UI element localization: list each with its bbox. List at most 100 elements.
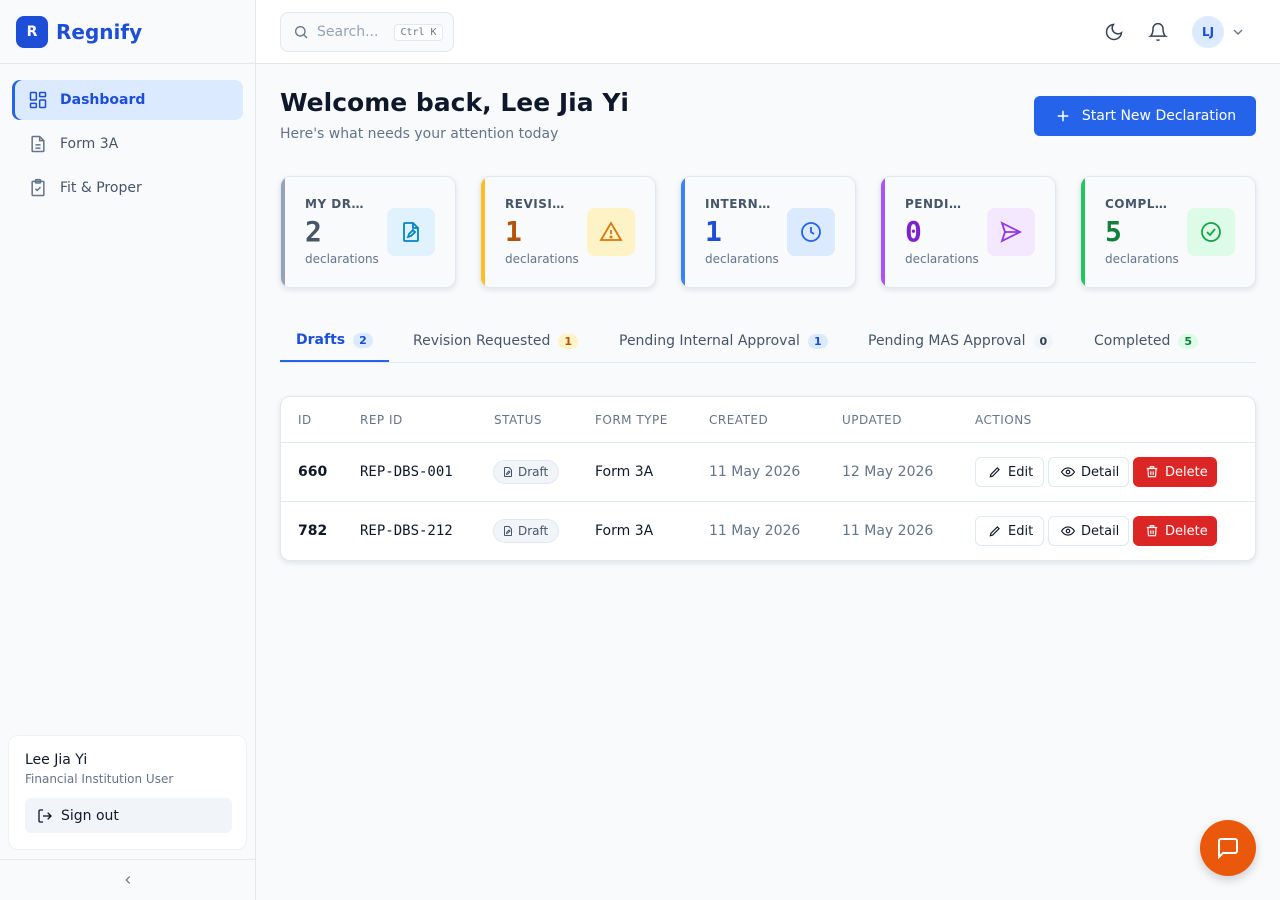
sidebar-nav: Dashboard Form 3A Fit & Proper [0, 64, 255, 228]
tab-label: Pending MAS Approval [868, 333, 1026, 349]
check-circle-icon [1201, 222, 1221, 242]
theme-toggle-button[interactable] [1098, 16, 1130, 48]
notifications-button[interactable] [1142, 16, 1174, 48]
stat-card-revision[interactable]: REVISION REQUESTED 1 declarations [480, 176, 656, 288]
chat-button[interactable] [1200, 820, 1256, 876]
status-badge: Draft [493, 519, 560, 543]
stat-label: REVISION REQUESTED [505, 197, 571, 211]
sidebar-item-form-3a[interactable]: Form 3A [12, 124, 243, 164]
tab-count-badge: 0 [1033, 333, 1054, 349]
tab-label: Drafts [296, 332, 346, 348]
sidebar-item-fit-proper[interactable]: Fit & Proper [12, 168, 243, 208]
stat-unit: declarations [505, 252, 579, 266]
status-tabs: Drafts 2 Revision Requested 1 Pending In… [280, 320, 1256, 363]
column-header: REP ID [360, 413, 403, 427]
stat-unit: declarations [905, 252, 979, 266]
stat-card-completed[interactable]: COMPLETED 5 declarations [1080, 176, 1256, 288]
stat-count: 5 [1105, 215, 1122, 248]
delete-label: Delete [1165, 464, 1208, 480]
search-placeholder: Search... [317, 24, 379, 40]
edit-button[interactable]: Edit [975, 457, 1044, 487]
chevron-down-icon[interactable] [1230, 24, 1246, 40]
edit-button[interactable]: Edit [975, 516, 1044, 546]
tab-count-badge: 1 [807, 333, 828, 349]
column-header: ACTIONS [975, 413, 1032, 427]
stat-count: 2 [305, 215, 322, 248]
stat-accent-bar [281, 177, 285, 287]
tab-completed[interactable]: Completed 5 [1094, 320, 1199, 362]
brand[interactable]: R Regnify [0, 0, 255, 64]
tab-pending-mas-approval[interactable]: Pending MAS Approval 0 [868, 320, 1054, 362]
stat-accent-bar [881, 177, 885, 287]
cell-updated: 12 May 2026 [842, 464, 934, 480]
status-label: Draft [518, 524, 549, 538]
stat-accent-bar [681, 177, 685, 287]
clipboard-check-icon [31, 178, 45, 197]
sidebar-item-dashboard[interactable]: Dashboard [12, 80, 243, 120]
search-icon [295, 26, 308, 39]
document-icon [31, 135, 45, 153]
cell-rep-id: REP-DBS-212 [360, 523, 453, 539]
column-header: UPDATED [842, 413, 902, 427]
stat-icon-box [787, 208, 835, 256]
chevron-left-icon [124, 876, 130, 884]
stat-card-drafts[interactable]: MY DRAFTS 2 declarations [280, 176, 456, 288]
plus-icon [1057, 110, 1069, 122]
stat-count: 0 [905, 215, 922, 248]
file-edit-icon [504, 526, 512, 536]
topbar: Search... Ctrl K LJ [256, 0, 1280, 64]
delete-label: Delete [1165, 523, 1208, 539]
cell-id: 782 [298, 523, 328, 539]
user-name: Lee Jia Yi [25, 752, 88, 768]
sign-out-button[interactable]: Sign out [25, 798, 232, 833]
avatar[interactable]: LJ [1192, 16, 1224, 48]
start-new-declaration-button[interactable]: Start New Declaration [1034, 96, 1256, 136]
sidebar-item-label: Dashboard [60, 92, 146, 108]
tab-revision-requested[interactable]: Revision Requested 1 [413, 320, 578, 362]
detail-button[interactable]: Detail [1048, 457, 1129, 487]
tab-label: Completed [1094, 333, 1171, 349]
delete-button[interactable]: Delete [1133, 516, 1217, 546]
table-row[interactable]: 782 REP-DBS-212 Draft Form 3A 11 May 202… [281, 502, 1255, 560]
delete-button[interactable]: Delete [1133, 457, 1217, 487]
tab-label: Pending Internal Approval [619, 333, 800, 349]
tab-drafts[interactable]: Drafts 2 [280, 320, 389, 362]
stat-count: 1 [705, 215, 722, 248]
trash-icon [1146, 466, 1158, 478]
search-input[interactable]: Search... Ctrl K [280, 12, 454, 52]
cell-form-type: Form 3A [595, 523, 654, 539]
stat-label: PENDING MAS [905, 197, 971, 211]
trash-icon [1146, 525, 1158, 537]
page-subtitle: Here's what needs your attention today [280, 126, 559, 142]
detail-button[interactable]: Detail [1048, 516, 1129, 546]
tab-pending-internal-approval[interactable]: Pending Internal Approval 1 [619, 320, 828, 362]
tab-label: Revision Requested [413, 333, 551, 349]
dashboard-icon [29, 91, 47, 109]
cell-rep-id: REP-DBS-001 [360, 464, 453, 480]
stat-card-internal[interactable]: INTERNAL APPROVAL 1 declarations [680, 176, 856, 288]
declarations-table: ID REP ID STATUS FORM TYPE CREATED UPDAT… [280, 396, 1256, 561]
table-row[interactable]: 660 REP-DBS-001 Draft Form 3A 11 May 202… [281, 443, 1255, 502]
stat-accent-bar [1081, 177, 1085, 287]
edit-label: Edit [1008, 464, 1034, 480]
stat-icon-box [387, 208, 435, 256]
stat-label: MY DRAFTS [305, 197, 371, 211]
edit-label: Edit [1008, 523, 1034, 539]
tab-count-badge: 1 [558, 333, 578, 349]
cell-created: 11 May 2026 [709, 464, 801, 480]
column-header: ID [298, 413, 312, 427]
chat-icon [1218, 838, 1238, 860]
tab-count-badge: 5 [1178, 333, 1199, 349]
file-edit-icon [403, 222, 419, 242]
column-header: CREATED [709, 413, 769, 427]
stat-unit: declarations [1105, 252, 1179, 266]
collapse-sidebar-button[interactable] [0, 859, 255, 900]
sidebar-item-label: Form 3A [60, 136, 119, 152]
stat-label: INTERNAL APPROVAL [705, 197, 771, 211]
column-header: STATUS [494, 413, 543, 427]
sidebar: R Regnify Dashboard Form 3A Fit & Proper… [0, 0, 256, 900]
brand-name: Regnify [56, 19, 143, 44]
cell-id: 660 [298, 464, 328, 480]
stat-card-pending-mas[interactable]: PENDING MAS 0 declarations [880, 176, 1056, 288]
brand-logo: R [16, 15, 48, 48]
